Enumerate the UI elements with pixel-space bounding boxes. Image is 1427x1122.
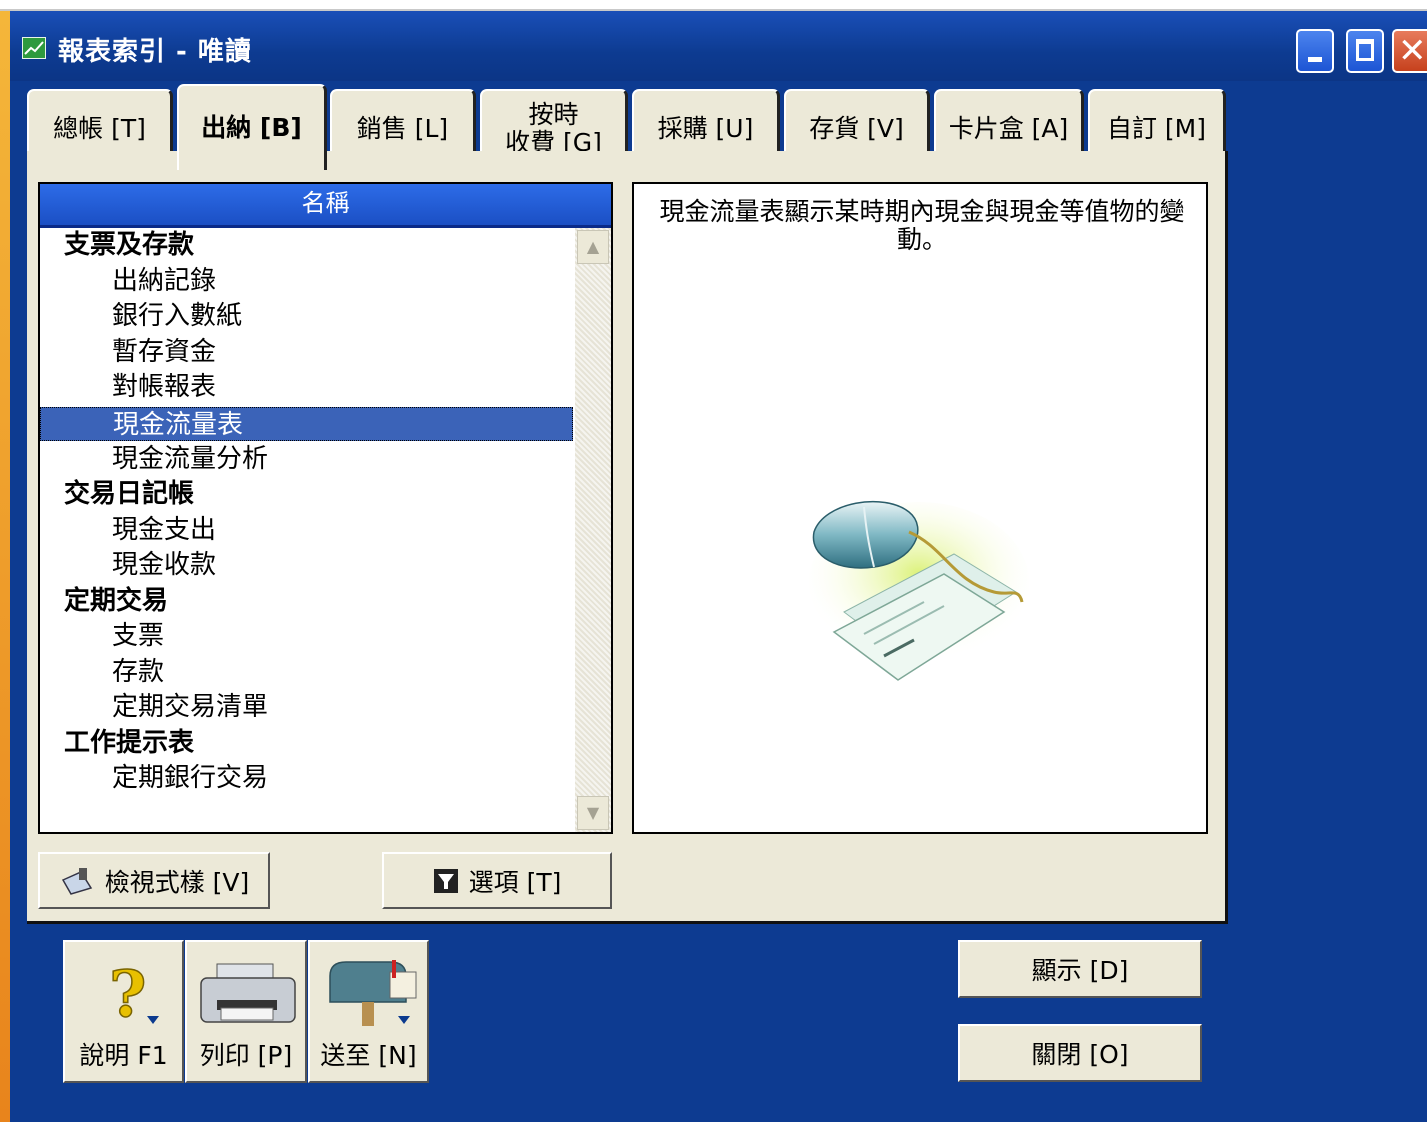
minimize-button[interactable] [1296, 29, 1334, 73]
report-list[interactable]: 名稱 支票及存款 出納記錄 銀行入數紙 暫存資金 對帳報表 現金流量表 現金流量… [38, 182, 613, 834]
list-item[interactable]: 銀行入數紙 [112, 299, 242, 333]
display-label: 顯示 [D] [1031, 956, 1129, 985]
options-label: 選項 [T] [468, 867, 562, 897]
tab-label: 採購 [U] [657, 114, 754, 143]
close-button[interactable]: 關閉 [O] [958, 1024, 1202, 1082]
filter-icon [433, 868, 458, 893]
list-category[interactable]: 工作提示表 [64, 726, 194, 760]
list-column-header[interactable]: 名稱 [40, 184, 611, 228]
window-title: 報表索引 - 唯讀 [58, 37, 252, 67]
close-window-button[interactable]: ✕ [1392, 29, 1427, 73]
title-bar[interactable]: 報表索引 - 唯讀 ✕ [10, 11, 1427, 81]
list-category[interactable]: 支票及存款 [64, 228, 194, 262]
help-label: 說明 F1 [79, 1041, 168, 1070]
list-item[interactable]: 定期交易清單 [112, 690, 268, 724]
list-item[interactable]: 存款 [112, 655, 164, 689]
scroll-down-icon: ▼ [586, 803, 600, 822]
tab-label-line1: 按時 [528, 100, 579, 129]
list-item[interactable]: 支票 [112, 619, 164, 653]
display-button[interactable]: 顯示 [D] [958, 940, 1202, 998]
scroll-down-button[interactable]: ▼ [577, 796, 609, 830]
top-strip [0, 0, 1427, 11]
list-category[interactable]: 交易日記帳 [64, 477, 194, 511]
tab-label: 總帳 [T] [53, 114, 146, 143]
list-category[interactable]: 定期交易 [64, 584, 168, 618]
tab-label: 存貨 [V] [809, 114, 904, 143]
list-item[interactable]: 現金支出 [112, 513, 216, 547]
close-label: 關閉 [O] [1031, 1040, 1129, 1069]
view-style-icon [61, 867, 92, 895]
help-icon: ? [108, 958, 159, 1030]
mailbox-icon [329, 960, 417, 1026]
scroll-up-icon: ▲ [586, 237, 600, 256]
minimize-icon [1308, 57, 1322, 62]
tab-banking[interactable]: 出納 [B] [177, 84, 327, 170]
list-item[interactable]: 現金收款 [112, 548, 216, 582]
list-item[interactable]: 定期銀行交易 [112, 761, 268, 795]
report-app-icon [22, 37, 46, 59]
tab-label: 出納 [B] [201, 113, 302, 142]
report-description-panel: 現金流量表顯示某時期內現金與現金等值物的變動。 [632, 182, 1208, 834]
tab-label: 卡片盒 [A] [948, 114, 1069, 143]
list-item[interactable]: 現金流量分析 [112, 442, 268, 476]
list-item[interactable]: 出納記錄 [112, 264, 216, 298]
send-to-button[interactable]: 送至 [N] [308, 940, 429, 1083]
scroll-up-button[interactable]: ▲ [577, 230, 609, 264]
left-edge-bar [0, 11, 10, 1122]
list-item[interactable]: 對帳報表 [112, 370, 216, 404]
send-to-label: 送至 [N] [320, 1041, 417, 1070]
vertical-scrollbar[interactable]: ▲ ▼ [575, 228, 611, 832]
options-button[interactable]: 選項 [T] [382, 852, 612, 909]
maximize-button[interactable] [1346, 29, 1384, 73]
print-button[interactable]: 列印 [P] [185, 940, 307, 1083]
tab-label: 自訂 [M] [1106, 114, 1207, 143]
report-description: 現金流量表顯示某時期內現金與現金等值物的變動。 [659, 197, 1185, 254]
list-item-selected[interactable]: 現金流量表 [40, 407, 573, 441]
mouse-and-cheque-icon [809, 500, 1029, 681]
close-icon: ✕ [1398, 31, 1427, 71]
printer-icon [200, 963, 296, 1023]
list-item[interactable]: 暫存資金 [112, 335, 216, 369]
svg-text:?: ? [109, 958, 147, 1030]
maximize-icon [1356, 39, 1374, 61]
help-button[interactable]: ? 說明 F1 [63, 940, 184, 1083]
tab-label: 銷售 [L] [356, 114, 449, 143]
print-label: 列印 [P] [199, 1041, 293, 1070]
view-style-label: 檢視式樣 [V] [104, 867, 250, 897]
view-style-button[interactable]: 檢視式樣 [V] [38, 852, 270, 909]
